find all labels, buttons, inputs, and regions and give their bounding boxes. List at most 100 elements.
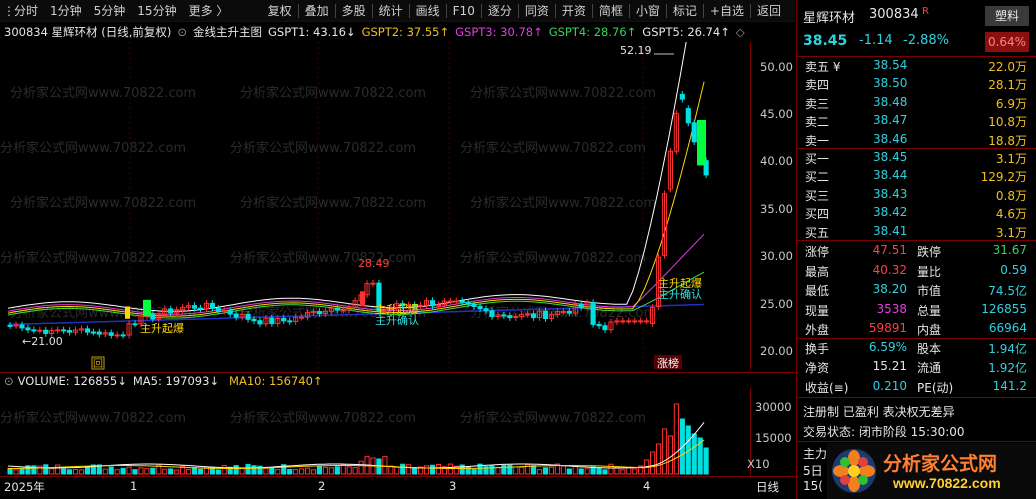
candle-body: [299, 316, 305, 319]
r-mark: R: [922, 6, 929, 17]
stats-label: 总量: [917, 303, 942, 318]
minute-detail-button[interactable]: 逐分: [482, 0, 518, 22]
volume-bar: [566, 468, 572, 475]
simple-frame-button[interactable]: 简框: [593, 0, 629, 22]
candle-body: [7, 324, 13, 327]
volume-value: VOLUME: 126855↓: [17, 373, 127, 388]
same-capital-button[interactable]: 同资: [519, 0, 555, 22]
bids-row[interactable]: 买五 38.41 3.1万: [797, 223, 1036, 241]
stats-value: 0.59: [1000, 262, 1027, 277]
bids-price: 38.44: [873, 168, 908, 183]
tab-1min[interactable]: 1分钟: [44, 0, 88, 22]
candle-body: [209, 302, 215, 309]
stats-value: 47.51: [872, 243, 907, 257]
candle-body: [132, 323, 138, 326]
bids-row[interactable]: 买二 38.44 129.2万: [797, 167, 1036, 185]
statistics-button[interactable]: 统计: [373, 0, 409, 22]
candle-body: [257, 320, 263, 325]
candle-body: [453, 300, 459, 303]
bids-volume: 3.1万: [995, 225, 1027, 240]
candle-body: [31, 329, 37, 332]
volume-bar: [471, 469, 477, 475]
fund-row: 换手 6.59% 股本 1.94亿: [797, 339, 1036, 357]
draw-line-button[interactable]: 画线: [410, 0, 446, 22]
volume-tick: 30000: [755, 400, 792, 414]
quote-panel: 星辉环材 300834 R 塑料 38.45 -1.14 -2.88% 0.64…: [796, 0, 1036, 499]
gspt4-value: GSPT4: 28.76↑: [548, 25, 637, 39]
volume-bar: [126, 466, 132, 475]
candle-body: [590, 302, 596, 325]
gspt-lines: [7, 42, 705, 326]
asks-volume: 6.9万: [995, 96, 1027, 111]
bids-row[interactable]: 买一 38.45 3.1万: [797, 149, 1036, 167]
asks-price: 38.54: [873, 58, 908, 72]
adjust-button[interactable]: 复权: [262, 0, 298, 22]
volume-bar: [215, 469, 221, 475]
multi-stock-button[interactable]: 多股: [336, 0, 372, 22]
bids-row[interactable]: 买四 38.42 4.6万: [797, 204, 1036, 222]
back-button[interactable]: 返回: [751, 0, 795, 22]
quote-header: 星辉环材 300834 R 塑料: [797, 6, 1036, 26]
logo-title: 分析家公式网: [883, 453, 998, 475]
signal-candle: [360, 291, 365, 307]
fund-row: 净资 15.21 流通 1.92亿: [797, 358, 1036, 376]
asks-row[interactable]: 卖五 ¥ 38.54 22.0万: [797, 57, 1036, 75]
volume-bar: [174, 469, 180, 475]
volume-bar: [429, 464, 436, 475]
asks-row[interactable]: 卖二 38.47 10.8万: [797, 112, 1036, 130]
volume-bar: [423, 465, 430, 475]
candle-body: [370, 282, 376, 285]
tab-5min[interactable]: 5分钟: [88, 0, 132, 22]
tab-intraday[interactable]: 分时: [8, 0, 44, 22]
mark-button[interactable]: 标记: [667, 0, 703, 22]
volume-bar: [394, 466, 400, 475]
volume-bar: [162, 468, 168, 475]
volume-dropdown-icon[interactable]: ⊙: [4, 374, 14, 388]
volume-bar: [245, 463, 251, 475]
asks-row[interactable]: 卖四 38.50 28.1万: [797, 75, 1036, 93]
candles: [7, 91, 709, 339]
volume-bar: [620, 469, 626, 475]
volume-bar: [322, 466, 328, 475]
price-tick: 20.00: [760, 344, 793, 358]
candle-body: [191, 305, 198, 309]
volume-ma5: MA5: 197093↓: [132, 373, 220, 388]
candle-body: [120, 334, 126, 337]
candle-body: [447, 300, 453, 303]
small-window-button[interactable]: 小窗: [630, 0, 666, 22]
period-selector[interactable]: 日线: [756, 479, 779, 495]
date-month: 2: [318, 479, 326, 493]
add-watchlist-button[interactable]: +自选: [704, 0, 750, 22]
bids-price: 38.45: [873, 150, 908, 164]
main-force-label: 主力: [803, 447, 828, 461]
volume-bar: [584, 468, 590, 475]
volume-bar: [495, 467, 501, 475]
candle-body: [459, 300, 465, 303]
asks-row[interactable]: 卖三 38.48 6.9万: [797, 94, 1036, 112]
tab-15min[interactable]: 15分钟: [131, 0, 182, 22]
volume-chart[interactable]: [0, 388, 750, 476]
indicator-dropdown-icon[interactable]: ⊙: [177, 25, 187, 39]
volume-bar: [168, 468, 174, 475]
candle-body: [55, 329, 61, 332]
candle-body: [251, 318, 257, 322]
fifteen-label: 15(: [803, 479, 823, 493]
volume-bar: [102, 468, 108, 475]
candlestick-chart[interactable]: ←21.00 28.49 52.19 主升起爆 主升起爆 主升确认 主升起爆 主…: [0, 42, 750, 370]
asks-volume: 28.1万: [988, 78, 1027, 93]
asks-price: 38.50: [873, 76, 908, 91]
site-logo: 分析家公式网 www.70822.com: [827, 443, 1036, 499]
indicator-name[interactable]: 金线主升主图: [193, 24, 262, 40]
overlay-button[interactable]: 叠加: [299, 0, 335, 22]
expand-icon[interactable]: ◇: [736, 25, 745, 39]
tab-more[interactable]: 更多 〉: [183, 0, 235, 22]
asks-row[interactable]: 卖一 38.46 18.8万: [797, 131, 1036, 149]
volume-bar: [489, 465, 495, 475]
open-capital-button[interactable]: 开资: [556, 0, 592, 22]
bids-row[interactable]: 买三 38.43 0.8万: [797, 186, 1036, 204]
f10-button[interactable]: F10: [447, 0, 481, 22]
gspt1-line: [7, 42, 687, 312]
sector-tag[interactable]: 塑料: [985, 6, 1029, 26]
sector-change: 0.64%: [985, 32, 1029, 52]
candle-body: [596, 323, 602, 327]
